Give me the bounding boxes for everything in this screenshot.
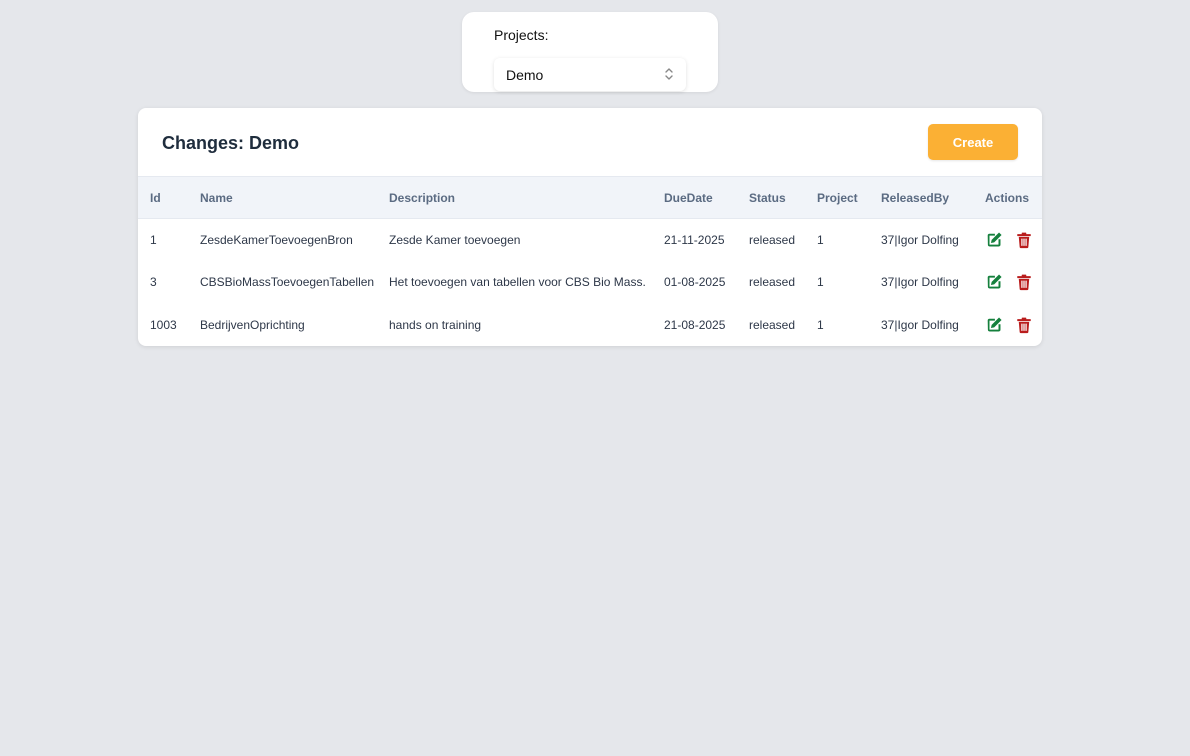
table-header-row: Id Name Description DueDate Status Proje… [138,176,1042,219]
edit-icon[interactable] [985,231,1003,249]
changes-card: Changes: Demo Create Id Name Description… [138,108,1042,346]
cell-status: released [749,275,796,290]
edit-icon[interactable] [985,273,1003,291]
cell-status: released [749,317,796,332]
cell-releasedby: 37|Igor Dolfing [881,233,959,247]
column-header-status[interactable]: Status [737,177,805,219]
project-select-value: Demo [506,66,544,83]
cell-releasedby: 37|Igor Dolfing [881,317,959,332]
cell-actions [973,304,1042,347]
table-row: 1003 BedrijvenOprichting hands on traini… [138,304,1042,347]
column-header-project[interactable]: Project [805,177,869,219]
trash-icon[interactable] [1015,231,1033,249]
project-select[interactable]: Demo [494,58,686,91]
column-header-description[interactable]: Description [377,177,652,219]
cell-duedate: 21-08-2025 [664,317,726,332]
cell-name: BedrijvenOprichting [200,317,305,332]
cell-name: CBSBioMassToevoegenTabellen [200,275,375,290]
cell-actions [973,219,1042,262]
trash-icon[interactable] [1015,273,1033,291]
cell-status: released [749,233,796,247]
column-header-name[interactable]: Name [188,177,377,219]
cell-project: 1 [817,233,824,247]
cell-actions [973,261,1042,304]
cell-description: hands on training [389,317,482,332]
cell-id: 1003 [150,317,177,332]
table-row: 3 CBSBioMassToevoegenTabellen Het toevoe… [138,261,1042,304]
table-row: 1 ZesdeKamerToevoegenBron Zesde Kamer to… [138,219,1042,262]
column-header-releasedby[interactable]: ReleasedBy [869,177,973,219]
cell-name: ZesdeKamerToevoegenBron [200,233,353,247]
cell-duedate: 01-08-2025 [664,275,726,290]
edit-icon[interactable] [985,316,1003,334]
cell-id: 1 [150,233,157,247]
projects-label: Projects: [494,27,549,43]
changes-table: Id Name Description DueDate Status Proje… [138,176,1042,346]
cell-releasedby: 37|Igor Dolfing [881,275,959,290]
chevron-up-down-icon [665,68,673,80]
cell-project: 1 [817,275,824,290]
cell-description: Zesde Kamer toevoegen [389,233,521,247]
column-header-id[interactable]: Id [138,177,188,219]
column-header-duedate[interactable]: DueDate [652,177,737,219]
create-button[interactable]: Create [928,124,1018,160]
project-selector-card: Projects: Demo [462,12,718,92]
cell-project: 1 [817,317,824,332]
cell-duedate: 21-11-2025 [664,233,725,247]
trash-icon[interactable] [1015,316,1033,334]
page-title: Changes: Demo [162,133,300,153]
cell-id: 3 [150,275,157,290]
column-header-actions: Actions [985,190,1030,205]
cell-description: Het toevoegen van tabellen voor CBS Bio … [389,275,646,290]
